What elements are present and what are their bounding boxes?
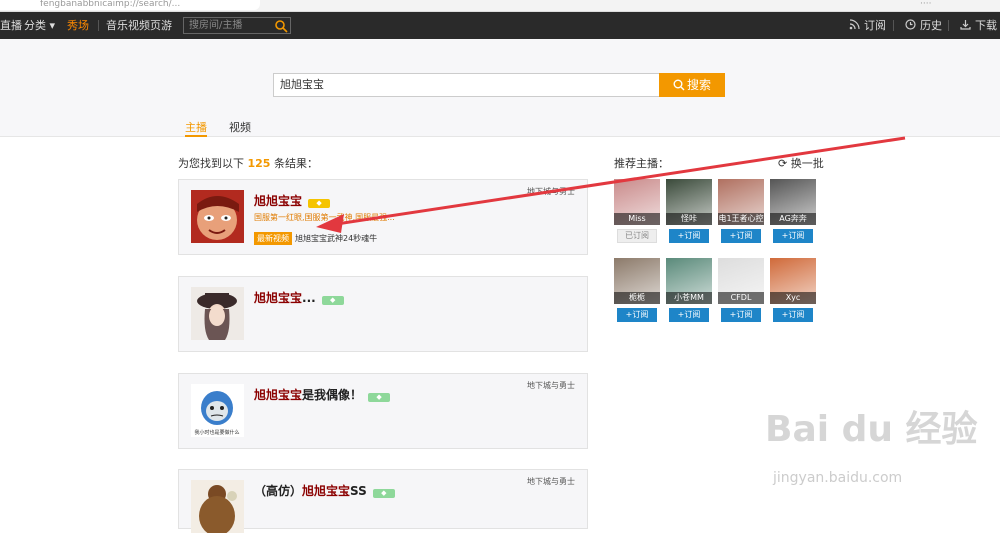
- baidu-watermark: Bai du 经验 jingyan.baidu.com: [765, 400, 990, 500]
- watermark-url: jingyan.baidu.com: [773, 470, 903, 486]
- watermark-logo: Bai du 经验: [765, 409, 978, 450]
